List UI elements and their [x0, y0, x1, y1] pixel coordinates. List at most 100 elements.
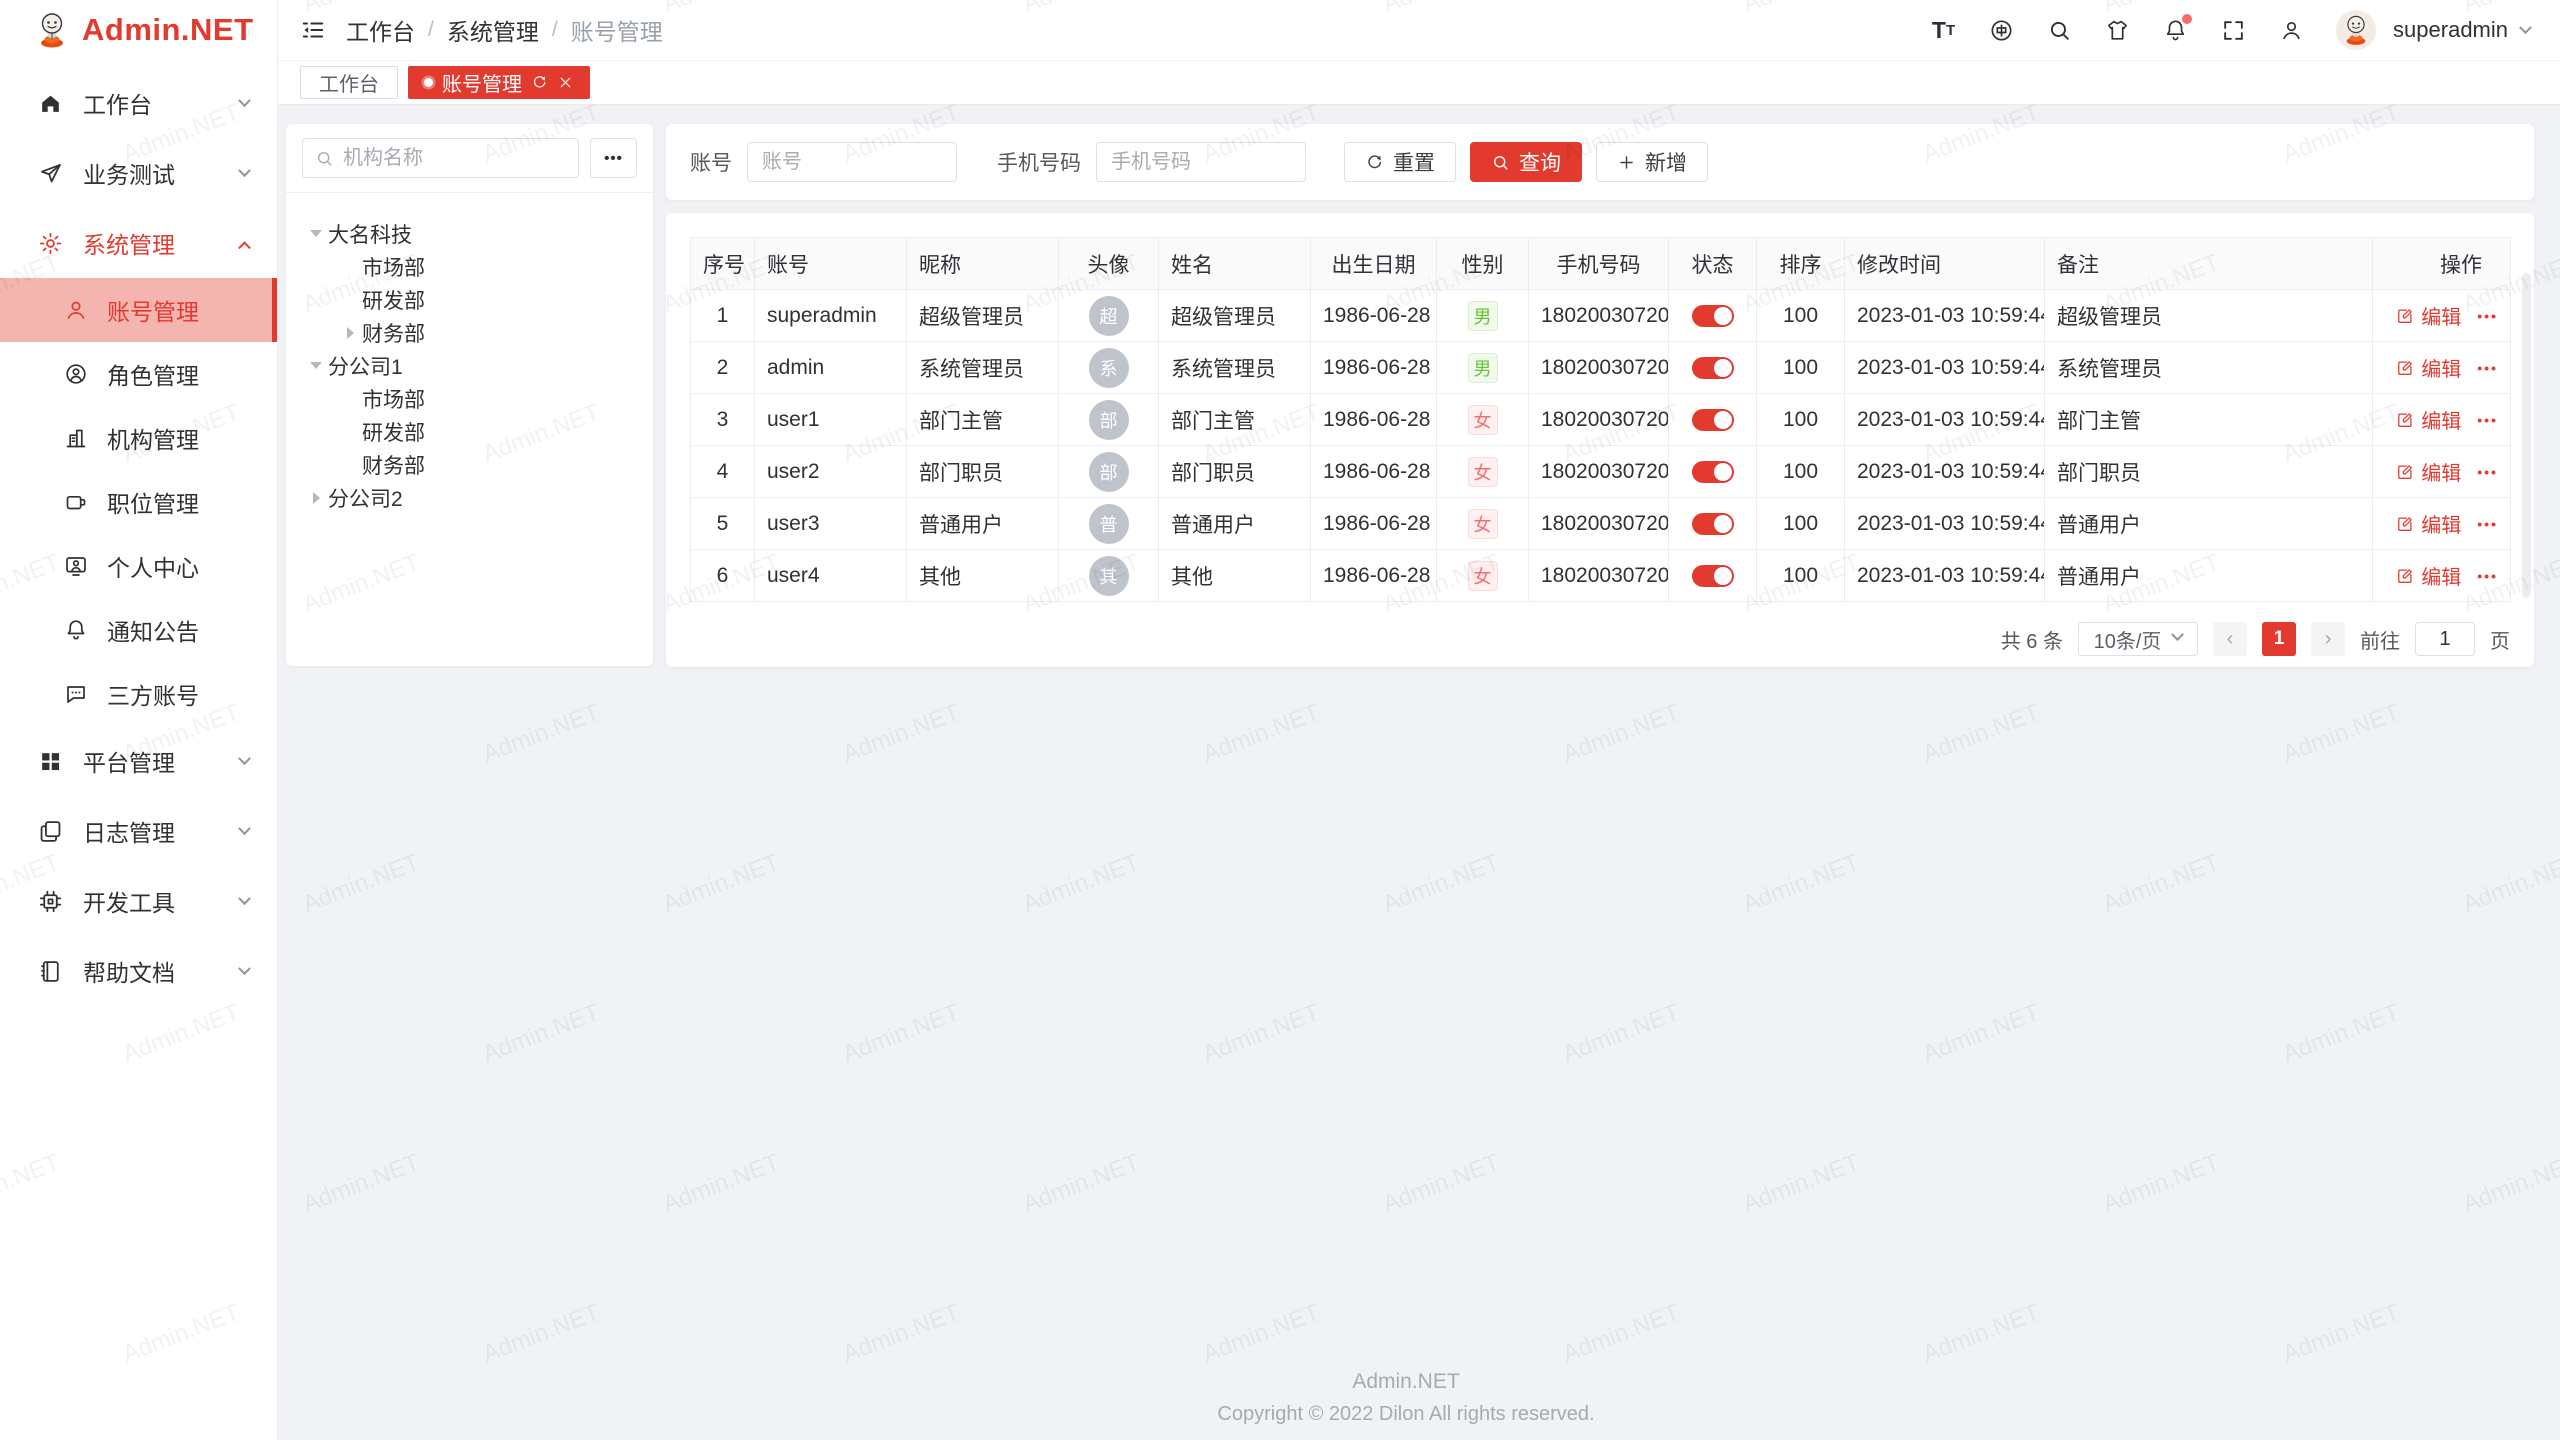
topbar: 工作台/系统管理/账号管理 TT [278, 0, 2560, 60]
plus-icon [1617, 153, 1636, 172]
tree-node[interactable]: 分公司2 [296, 481, 643, 514]
row-more-button[interactable]: ••• [2477, 412, 2498, 428]
tree-node[interactable]: 市场部 [296, 382, 643, 415]
avatar[interactable] [2336, 10, 2376, 50]
row-more-button[interactable]: ••• [2477, 308, 2498, 324]
status-toggle[interactable] [1692, 513, 1734, 535]
edit-button[interactable]: 编辑 [2396, 509, 2461, 538]
table-scrollbar[interactable] [2522, 273, 2531, 598]
add-button[interactable]: 新增 [1596, 142, 1708, 182]
cell-operations: 编辑 ••• [2373, 446, 2511, 498]
sidebar-item-account-management[interactable]: 账号管理 [0, 278, 277, 342]
search-icon[interactable] [2046, 17, 2073, 44]
tree-node[interactable]: 大名科技 [296, 217, 643, 250]
theme-icon[interactable] [2104, 17, 2131, 44]
row-more-button[interactable]: ••• [2477, 360, 2498, 376]
cell-seq: 4 [691, 446, 755, 498]
tree-node[interactable]: 研发部 [296, 415, 643, 448]
font-size-icon[interactable]: TT [1930, 17, 1957, 44]
collapse-menu-icon[interactable] [300, 17, 326, 43]
profile-icon[interactable] [2278, 17, 2305, 44]
cell-remark: 部门职员 [2045, 446, 2373, 498]
edit-button[interactable]: 编辑 [2396, 561, 2461, 590]
refresh-icon[interactable] [531, 74, 548, 91]
status-toggle[interactable] [1692, 565, 1734, 587]
language-icon[interactable] [1988, 17, 2015, 44]
tree-node[interactable]: 市场部 [296, 250, 643, 283]
status-toggle[interactable] [1692, 305, 1734, 327]
cell-birth: 1986-06-28 [1311, 446, 1437, 498]
footer-copyright: Copyright © 2022 Dilon All rights reserv… [278, 1403, 2534, 1426]
close-icon[interactable] [557, 74, 574, 91]
sidebar-item-personal-center[interactable]: 个人中心 [0, 534, 277, 598]
org-search-input[interactable] [343, 147, 566, 170]
sidebar-item-org-management[interactable]: 机构管理 [0, 406, 277, 470]
chat-icon [64, 682, 88, 706]
status-toggle[interactable] [1692, 409, 1734, 431]
tree-node-label: 财务部 [362, 318, 425, 348]
fullscreen-icon[interactable] [2220, 17, 2247, 44]
org-icon [64, 426, 88, 450]
sidebar-item-business-test[interactable]: 业务测试 [0, 138, 277, 208]
sidebar-item-platform-management[interactable]: 平台管理 [0, 726, 277, 796]
sidebar-item-workbench[interactable]: 工作台 [0, 68, 277, 138]
sidebar-item-third-party-account[interactable]: 三方账号 [0, 662, 277, 726]
status-toggle[interactable] [1692, 461, 1734, 483]
tree-node[interactable]: 财务部 [296, 448, 643, 481]
caret-expanded-icon [304, 230, 328, 237]
edit-button[interactable]: 编辑 [2396, 405, 2461, 434]
sidebar-item-position-management[interactable]: 职位管理 [0, 470, 277, 534]
page-size-select[interactable]: 10条/页 [2078, 622, 2198, 656]
cell-name: 部门主管 [1159, 394, 1311, 446]
sidebar-item-system-management[interactable]: 系统管理 [0, 208, 277, 278]
sidebar-item-notice-announcement[interactable]: 通知公告 [0, 598, 277, 662]
cell-gender: 女 [1437, 550, 1529, 602]
cell-phone: 18020030720 [1529, 550, 1669, 602]
row-more-button[interactable]: ••• [2477, 568, 2498, 584]
edit-button[interactable]: 编辑 [2396, 301, 2461, 330]
right-column: 账号 手机号码 重置 查询 [666, 124, 2534, 667]
table-row: 4user2部门职员部部门职员1986-06-28女18020030720100… [691, 446, 2511, 498]
footer: Admin.NET Copyright © 2022 Dilon All rig… [278, 1370, 2534, 1426]
sidebar-item-help-docs[interactable]: 帮助文档 [0, 936, 277, 1006]
sidebar-item-log-management[interactable]: 日志管理 [0, 796, 277, 866]
sidebar-item-role-management[interactable]: 角色管理 [0, 342, 277, 406]
edit-button[interactable]: 编辑 [2396, 353, 2461, 382]
reset-button[interactable]: 重置 [1344, 142, 1456, 182]
caret-collapsed-icon [304, 492, 328, 504]
username[interactable]: superadmin [2393, 17, 2508, 43]
cell-operations: 编辑 ••• [2373, 394, 2511, 446]
account-input[interactable] [747, 142, 957, 182]
sidebar-item-label: 账号管理 [107, 293, 199, 327]
edit-button[interactable]: 编辑 [2396, 457, 2461, 486]
cell-remark: 系统管理员 [2045, 342, 2373, 394]
personcenter-icon [64, 554, 88, 578]
tree-node-label: 分公司2 [328, 483, 403, 513]
column-header: 手机号码 [1529, 238, 1669, 290]
row-more-button[interactable]: ••• [2477, 464, 2498, 480]
cell-seq: 1 [691, 290, 755, 342]
book-icon [38, 959, 63, 984]
notification-icon[interactable] [2162, 17, 2189, 44]
query-button[interactable]: 查询 [1470, 142, 1582, 182]
prev-page-button[interactable]: ‹ [2213, 622, 2247, 656]
cell-seq: 2 [691, 342, 755, 394]
tree-node[interactable]: 分公司1 [296, 349, 643, 382]
status-toggle[interactable] [1692, 357, 1734, 379]
breadcrumb-item[interactable]: 系统管理 [447, 13, 539, 47]
tree-node[interactable]: 财务部 [296, 316, 643, 349]
next-page-button[interactable]: › [2311, 622, 2345, 656]
breadcrumb-item[interactable]: 工作台 [346, 13, 415, 47]
tree-node-label: 大名科技 [328, 219, 412, 249]
tab-workbench[interactable]: 工作台 [300, 66, 398, 99]
sidebar-item-dev-tools[interactable]: 开发工具 [0, 866, 277, 936]
tree-more-button[interactable]: ••• [590, 138, 637, 178]
tab-account-management[interactable]: 账号管理 [408, 66, 590, 99]
goto-page-input[interactable] [2415, 622, 2475, 656]
row-more-button[interactable]: ••• [2477, 516, 2498, 532]
pagination: 共 6 条 10条/页 ‹ 1 › 前往 页 [690, 622, 2510, 656]
tree-node[interactable]: 研发部 [296, 283, 643, 316]
phone-input[interactable] [1096, 142, 1306, 182]
page-1-button[interactable]: 1 [2262, 622, 2296, 656]
footer-title: Admin.NET [278, 1370, 2534, 1394]
